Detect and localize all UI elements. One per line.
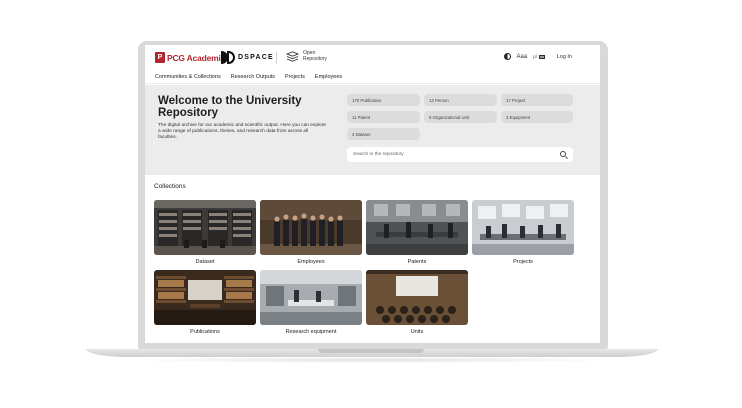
main-nav: Communities & Collections Research Outpu… [145, 70, 600, 84]
language-label: pl [533, 54, 537, 59]
stat-organizational-unit[interactable]: 9 Organizational Unit [424, 111, 497, 123]
collection-label: Units [410, 329, 424, 335]
flag-icon [538, 54, 545, 59]
collections-heading: Collections [154, 183, 186, 190]
collection-label: Dataset [195, 259, 215, 265]
stat-equipment[interactable]: 3 Equipment [501, 111, 573, 123]
page-title: Welcome to the University Repository [158, 95, 302, 119]
collection-card-dataset[interactable]: Dataset [154, 200, 256, 265]
header-divider [276, 52, 277, 64]
stat-project[interactable]: 17 Project [501, 94, 573, 106]
search-placeholder: Search in the repository [353, 152, 404, 157]
search-input[interactable]: Search in the repository [347, 147, 573, 162]
library-photo-icon [154, 200, 256, 255]
collection-label: Research equipment [285, 329, 337, 335]
group-photo-icon [260, 200, 362, 255]
collection-label: Employees [297, 259, 325, 265]
lecture-photo-icon [366, 270, 468, 325]
collection-card-patents[interactable]: Patents [366, 200, 468, 265]
pcg-academia-logo[interactable]: P PCG Academia [155, 52, 225, 63]
font-size-toggle[interactable]: Aaa [517, 54, 528, 60]
nav-projects[interactable]: Projects [285, 74, 305, 80]
open-repo-line2: Repository [303, 55, 327, 62]
collection-label: Patents [407, 259, 427, 265]
laptop-shadow [120, 357, 624, 363]
collection-card-publications[interactable]: Publications [154, 270, 256, 335]
contrast-toggle-icon[interactable] [503, 53, 511, 60]
header-tools: Aaa pl Log In [503, 53, 572, 60]
collection-card-units[interactable]: Units [366, 270, 468, 335]
collection-card-research-equipment[interactable]: Research equipment [260, 270, 362, 335]
hero-section: Welcome to the University Repository The… [145, 85, 600, 175]
stat-patent[interactable]: 11 Patent [347, 111, 420, 123]
nav-communities-collections[interactable]: Communities & Collections [155, 74, 221, 80]
login-link[interactable]: Log In [557, 54, 572, 60]
nav-research-outputs[interactable]: Research Outputs [231, 74, 275, 80]
meeting-photo-icon [472, 200, 574, 255]
language-switcher[interactable]: pl [533, 54, 545, 59]
open-repository-icon [286, 51, 299, 62]
collection-card-projects[interactable]: Projects [472, 200, 574, 265]
collection-label: Projects [513, 259, 533, 265]
collection-card-employees[interactable]: Employees [260, 200, 362, 265]
pcg-logo-mark-icon: P [155, 52, 165, 63]
stat-dataset[interactable]: 4 Dataset [347, 128, 420, 140]
dspace-mark-icon [221, 51, 235, 64]
bookshelf-photo-icon [154, 270, 256, 325]
stat-publication[interactable]: 170 Publication [347, 94, 420, 106]
hero-description: The digital archive for our academic and… [158, 123, 326, 140]
nav-employees[interactable]: Employees [315, 74, 342, 80]
workshop-photo-icon [366, 200, 468, 255]
dspace-logo-text: DSPACE [238, 54, 274, 61]
browser-screen: P PCG Academia DSPACE Open Repository Aa… [145, 45, 600, 343]
open-repository-logo[interactable]: Open Repository [286, 50, 327, 62]
search-icon[interactable] [560, 151, 566, 157]
dspace-logo[interactable]: DSPACE [221, 51, 274, 64]
collection-label: Publications [190, 329, 220, 335]
site-header: P PCG Academia DSPACE Open Repository Aa… [145, 45, 600, 70]
lab-photo-icon [260, 270, 362, 325]
stat-person[interactable]: 13 Person [424, 94, 497, 106]
pcg-logo-text: PCG Academia [167, 52, 226, 63]
laptop-notch [318, 349, 424, 353]
